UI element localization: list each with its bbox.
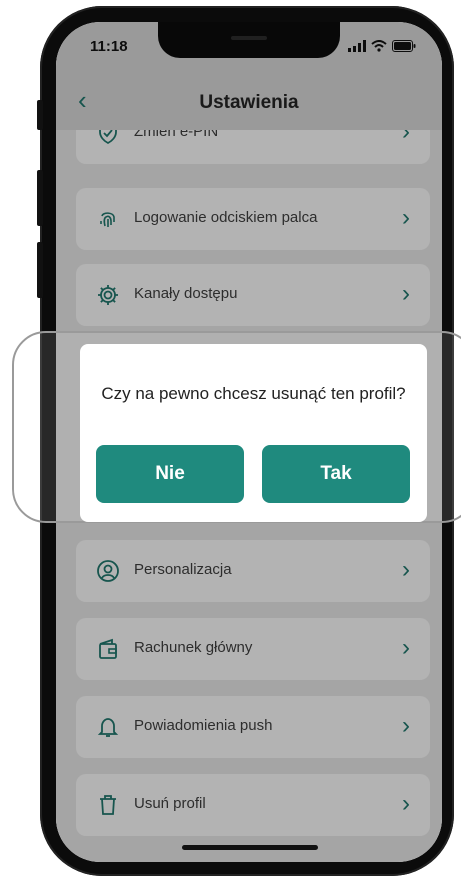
confirm-delete-dialog: Czy na pewno chcesz usunąć ten profil? N… [80,344,427,522]
dialog-question: Czy na pewno chcesz usunąć ten profil? [101,384,406,403]
volume-down-button [37,242,43,298]
no-button[interactable]: Nie [96,445,244,503]
volume-up-button [37,170,43,226]
yes-button[interactable]: Tak [262,445,410,503]
home-indicator [182,845,318,850]
mute-switch [37,100,43,130]
